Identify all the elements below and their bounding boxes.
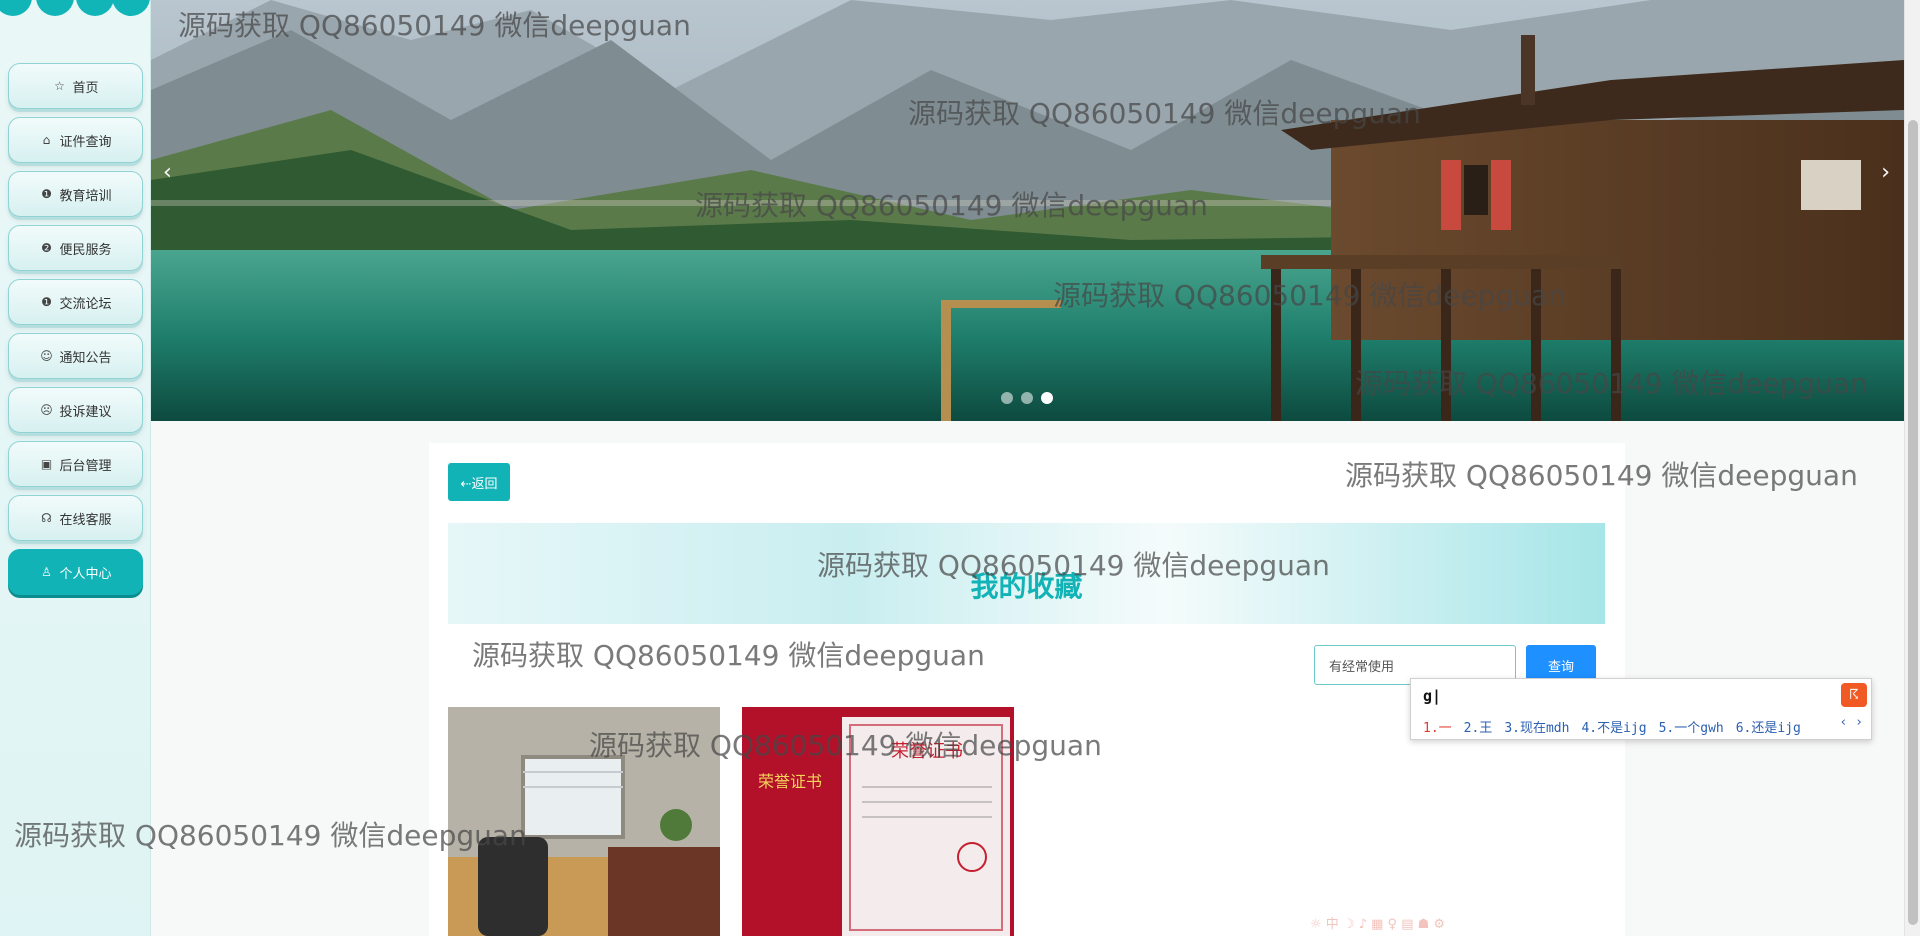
office-room-image — [448, 707, 720, 936]
ime-candidate-popup[interactable]: g| ☈ 1.一 2.王 3.现在mdh 4.不是ijg 5.一个gwh 6.还是ijg … — [1410, 678, 1872, 740]
sidebar-item-label: 首页 — [72, 80, 99, 96]
ime-candidate[interactable]: 4.不是ijg — [1581, 717, 1646, 736]
sidebar-item-label: 通知公告 — [59, 350, 112, 366]
scallop-decoration — [448, 523, 1605, 540]
sidebar-item-9[interactable]: ☊ 在线客服 — [8, 495, 143, 541]
sidebar-item-5[interactable]: ❶ 交流论坛 — [8, 279, 143, 325]
svg-text:荣誉证书: 荣誉证书 — [758, 772, 822, 791]
ime-composition-text: g| — [1423, 687, 1442, 705]
sidebar: ☆ 首页 ⌂ 证件查询 ❶ 教育培训 ❷ 便民服务 ❶ 交流论坛 ☺ 通知公告 ☹ 投诉建议 ▣ 后台管理 ☊ 在… — [0, 0, 151, 936]
sidebar-item-label: 交流论坛 — [59, 296, 112, 312]
user-icon: ♙ — [41, 565, 52, 579]
scrollbar-thumb[interactable] — [1908, 120, 1918, 925]
honor-certificate-image: 荣誉证书 荣誉证书 — [742, 707, 1014, 936]
sidebar-item-label: 个人中心 — [59, 566, 112, 582]
smile-icon: ☺ — [40, 349, 53, 363]
info-circle-icon: ❶ — [41, 187, 52, 201]
carousel-next-arrow[interactable]: › — [1881, 160, 1890, 185]
ime-logo-icon: ☈ — [1841, 683, 1867, 707]
briefcase-icon: ▣ — [40, 457, 53, 471]
ime-toolbar-icons[interactable]: ☼ 中 ☽ ♪ ▦ ♀ ▤ ☗ ⚙ — [1310, 913, 1445, 932]
carousel-prev-arrow[interactable]: ‹ — [163, 160, 172, 185]
banner-landscape-image — [151, 0, 1904, 421]
favorite-card-certificate[interactable]: 荣誉证书 荣誉证书 — [742, 707, 1014, 936]
hero-banner-carousel[interactable]: ‹ › — [151, 0, 1904, 421]
question-circle-icon: ❷ — [41, 241, 52, 255]
favorite-card-office[interactable] — [448, 707, 720, 936]
sidebar-item-label: 投诉建议 — [59, 404, 112, 420]
sidebar-item-2[interactable]: ⌂ 证件查询 — [8, 117, 143, 163]
sidebar-item-label: 证件查询 — [59, 134, 112, 150]
sidebar-item-label: 在线客服 — [59, 512, 112, 528]
carousel-dot-2[interactable] — [1021, 392, 1033, 404]
sidebar-item-6[interactable]: ☺ 通知公告 — [8, 333, 143, 379]
headset-icon: ☊ — [41, 511, 52, 525]
page-title: 我的收藏 — [970, 570, 1083, 603]
sidebar-decoration — [0, 0, 151, 18]
carousel-dot-3[interactable] — [1041, 392, 1053, 404]
sidebar-item-4[interactable]: ❷ 便民服务 — [8, 225, 143, 271]
frown-icon: ☹ — [40, 403, 53, 417]
page-scrollbar[interactable] — [1904, 0, 1920, 936]
svg-text:荣誉证书: 荣誉证书 — [891, 741, 963, 762]
carousel-dots — [1001, 392, 1053, 404]
sidebar-item-7[interactable]: ☹ 投诉建议 — [8, 387, 143, 433]
sidebar-item-3[interactable]: ❶ 教育培训 — [8, 171, 143, 217]
sidebar-item-label: 便民服务 — [59, 242, 112, 258]
title-band: 我的收藏 — [448, 523, 1605, 624]
ime-candidates: 1.一 2.王 3.现在mdh 4.不是ijg 5.一个gwh 6.还是ijg — [1423, 717, 1801, 736]
info-circle-icon: ❶ — [41, 295, 52, 309]
back-button[interactable]: ⇠返回 — [448, 463, 510, 501]
ime-candidate[interactable]: 2.王 — [1464, 717, 1493, 736]
sidebar-item-label: 教育培训 — [59, 188, 112, 204]
carousel-dot-1[interactable] — [1001, 392, 1013, 404]
ime-candidate[interactable]: 3.现在mdh — [1504, 717, 1569, 736]
lock-icon: ⌂ — [42, 133, 51, 147]
ime-candidate[interactable]: 1.一 — [1423, 717, 1452, 736]
star-icon: ☆ — [54, 79, 65, 93]
sidebar-item-1[interactable]: ☆ 首页 — [8, 63, 143, 109]
sidebar-item-10[interactable]: ♙ 个人中心 — [8, 549, 143, 595]
sidebar-item-label: 后台管理 — [59, 458, 112, 474]
ime-candidate[interactable]: 6.还是ijg — [1736, 717, 1801, 736]
ime-page-arrows-icon[interactable]: ‹ › — [1840, 715, 1863, 730]
sidebar-item-8[interactable]: ▣ 后台管理 — [8, 441, 143, 487]
ime-candidate[interactable]: 5.一个gwh — [1659, 717, 1724, 736]
